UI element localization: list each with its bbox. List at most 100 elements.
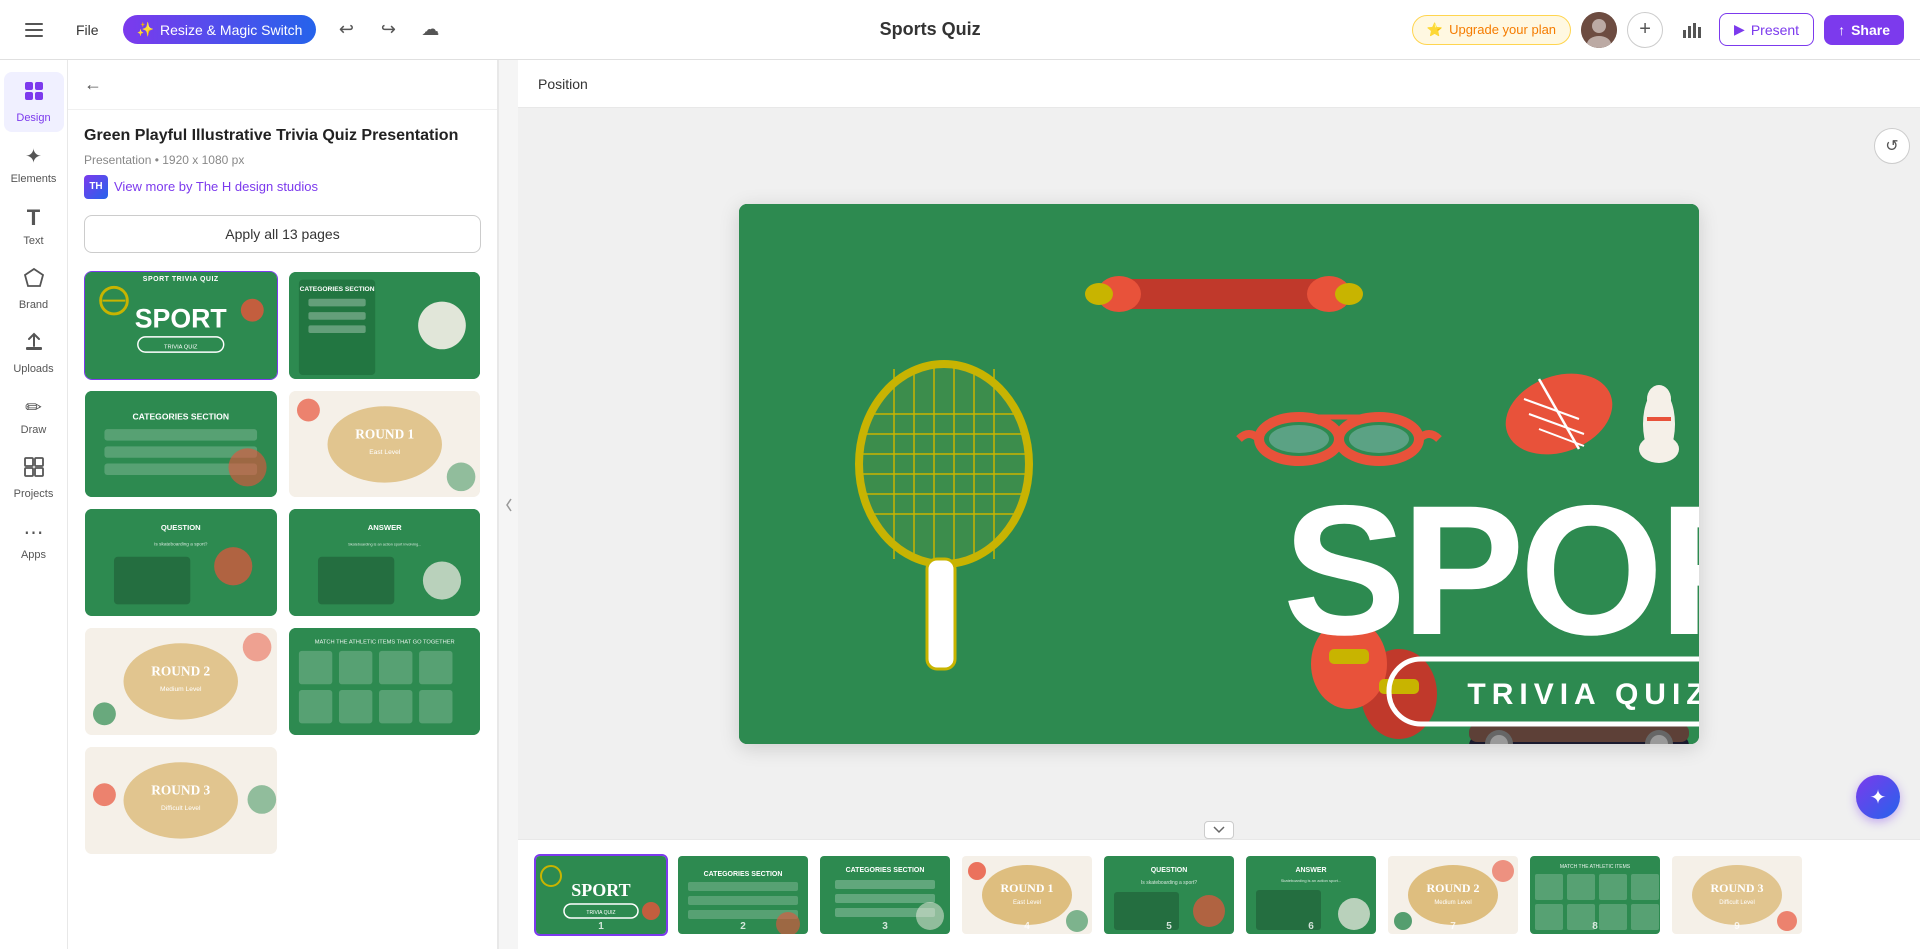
thumbnail-2[interactable]: CATEGORIES SECTION	[288, 271, 482, 380]
collapse-panel-button[interactable]	[498, 60, 518, 949]
sidebar-item-brand[interactable]: Brand	[4, 259, 64, 319]
thumbnail-6[interactable]: ANSWER Skateboarding is an action sport …	[288, 508, 482, 617]
template-meta: Presentation • 1920 x 1080 px	[84, 153, 481, 167]
design-icon	[23, 80, 45, 108]
brand-icon	[23, 267, 45, 295]
menu-button[interactable]	[16, 12, 52, 48]
svg-text:CATEGORIES SECTION: CATEGORIES SECTION	[132, 411, 229, 421]
filmstrip-slide-9[interactable]: ROUND 3 Difficult Level 9	[1670, 854, 1804, 936]
navbar-center: Sports Quiz	[456, 19, 1404, 40]
analytics-button[interactable]	[1673, 12, 1709, 48]
magic-switch-label: Resize & Magic Switch	[160, 22, 302, 38]
ai-sparkle-button[interactable]: ✦	[1856, 775, 1900, 819]
left-panel: ← Green Playful Illustrative Trivia Quiz…	[68, 60, 498, 949]
svg-text:Skateboarding is an action spo: Skateboarding is an action sport involvi…	[348, 543, 421, 547]
file-menu-button[interactable]: File	[64, 16, 111, 44]
filmstrip-slide-7[interactable]: ROUND 2 Medium Level 7	[1386, 854, 1520, 936]
magic-switch-button[interactable]: ✨ Resize & Magic Switch	[123, 15, 317, 44]
star-icon: ⭐	[1427, 22, 1443, 38]
filmstrip-slide-5[interactable]: QUESTION Is skateboarding a sport? 5	[1102, 854, 1236, 936]
doc-title: Sports Quiz	[880, 19, 981, 40]
share-button[interactable]: ↑ Share	[1824, 15, 1904, 45]
svg-text:MATCH THE ATHLETIC ITEMS THAT: MATCH THE ATHLETIC ITEMS THAT GO TOGETHE…	[314, 640, 454, 646]
back-button[interactable]: ←	[84, 74, 102, 95]
filmstrip-slide-6[interactable]: ANSWER Skateboarding is an action sport.…	[1244, 854, 1378, 936]
elements-label: Elements	[11, 173, 57, 185]
refresh-button[interactable]: ↺	[1874, 128, 1910, 164]
svg-text:TRIVIA QUIZ: TRIVIA QUIZ	[1467, 678, 1699, 711]
filmstrip-slide-8[interactable]: MATCH THE ATHLETIC ITEMS 8	[1528, 854, 1662, 936]
filmstrip-num-2: 2	[740, 921, 746, 932]
main-slide[interactable]: SPORT TRIVIA QUIZ	[739, 204, 1699, 744]
draw-label: Draw	[21, 424, 47, 436]
panel-header: ←	[68, 60, 497, 110]
svg-text:ROUND 2: ROUND 2	[151, 664, 210, 679]
filmstrip-num-5: 5	[1166, 921, 1172, 932]
filmstrip-slide-3[interactable]: CATEGORIES SECTION 3	[818, 854, 952, 936]
navbar-left: File ✨ Resize & Magic Switch ↩ ↪ ☁	[16, 12, 448, 48]
brand-label: Brand	[19, 299, 48, 311]
thumb-label-1: SPORT TRIVIA QUIZ	[143, 276, 219, 283]
sidebar-item-design[interactable]: Design	[4, 72, 64, 132]
hide-filmstrip-button[interactable]	[1204, 821, 1234, 839]
svg-text:TRIVIA QUIZ: TRIVIA QUIZ	[586, 910, 615, 916]
svg-text:ROUND 2: ROUND 2	[1427, 881, 1480, 895]
play-icon: ▶	[1734, 21, 1745, 38]
svg-text:TRIVIA QUIZ: TRIVIA QUIZ	[164, 344, 198, 350]
apply-all-button[interactable]: Apply all 13 pages	[84, 215, 481, 253]
share-label: Share	[1851, 22, 1890, 38]
thumbnail-3[interactable]: CATEGORIES SECTION	[84, 390, 278, 499]
svg-text:ROUND 3: ROUND 3	[1711, 881, 1764, 895]
present-button[interactable]: ▶ Present	[1719, 13, 1814, 46]
text-label: Text	[23, 235, 43, 247]
filmstrip-slide-2[interactable]: CATEGORIES SECTION 2	[676, 854, 810, 936]
canvas-viewport[interactable]: SPORT TRIVIA QUIZ ↺ ✦	[518, 108, 1920, 839]
avatar[interactable]	[1581, 12, 1617, 48]
sidebar-icons: Design ✦ Elements T Text Brand Uploads ✏…	[0, 60, 68, 949]
filmstrip-num-1: 1	[598, 921, 604, 932]
sidebar-item-elements[interactable]: ✦ Elements	[4, 136, 64, 193]
upgrade-label: Upgrade your plan	[1449, 22, 1556, 37]
thumbnail-5[interactable]: QUESTION Is skateboarding a sport?	[84, 508, 278, 617]
svg-text:ANSWER: ANSWER	[1295, 867, 1326, 874]
upgrade-button[interactable]: ⭐ Upgrade your plan	[1412, 15, 1571, 45]
thumbnail-7[interactable]: ROUND 2 Medium Level	[84, 627, 278, 736]
thumbnails-grid: SPORT TRIVIA QUIZ SPORT TRIVIA QUIZ	[84, 271, 481, 855]
uploads-label: Uploads	[13, 363, 53, 375]
thumbnail-9[interactable]: ROUND 3 Difficult Level	[84, 746, 278, 855]
sidebar-item-text[interactable]: T Text	[4, 197, 64, 255]
svg-text:CATEGORIES SECTION: CATEGORIES SECTION	[846, 867, 925, 874]
filmstrip-slide-1[interactable]: SPORT TRIVIA QUIZ 1	[534, 854, 668, 936]
design-label: Design	[16, 112, 50, 124]
navbar-right: ⭐ Upgrade your plan + ▶ Present ↑ Share	[1412, 12, 1904, 48]
svg-text:Medium Level: Medium Level	[1434, 900, 1471, 906]
redo-button[interactable]: ↪	[370, 12, 406, 48]
canvas-area: Position	[518, 60, 1920, 949]
elements-icon: ✦	[25, 144, 42, 169]
svg-text:SPORT: SPORT	[571, 880, 630, 900]
svg-text:MATCH THE ATHLETIC ITEMS: MATCH THE ATHLETIC ITEMS	[1560, 864, 1631, 870]
sidebar-item-projects[interactable]: Projects	[4, 448, 64, 508]
filmstrip-num-8: 8	[1592, 921, 1598, 932]
magic-icon: ✨	[137, 21, 154, 38]
sidebar-item-uploads[interactable]: Uploads	[4, 323, 64, 383]
undo-button[interactable]: ↩	[328, 12, 364, 48]
filmstrip-num-9: 9	[1734, 921, 1740, 932]
thumbnail-4[interactable]: ROUND 1 East Level	[288, 390, 482, 499]
cloud-save-button[interactable]: ☁	[412, 12, 448, 48]
svg-text:SPORT: SPORT	[1283, 468, 1699, 674]
template-title: Green Playful Illustrative Trivia Quiz P…	[84, 126, 481, 147]
sidebar-item-draw[interactable]: ✏ Draw	[4, 387, 64, 444]
filmstrip-num-4: 4	[1024, 921, 1030, 932]
thumbnail-8[interactable]: MATCH THE ATHLETIC ITEMS THAT GO TOGETHE…	[288, 627, 482, 736]
author-link[interactable]: View more by The H design studios	[114, 179, 318, 194]
projects-label: Projects	[14, 488, 54, 500]
thumbnail-1[interactable]: SPORT TRIVIA QUIZ SPORT TRIVIA QUIZ	[84, 271, 278, 380]
add-collaborator-button[interactable]: +	[1627, 12, 1663, 48]
sidebar-item-apps[interactable]: ⋯ Apps	[4, 512, 64, 569]
svg-text:Difficult Level: Difficult Level	[1719, 900, 1755, 906]
svg-text:QUESTION: QUESTION	[1151, 867, 1188, 874]
filmstrip-slide-4[interactable]: ROUND 1 East Level 4	[960, 854, 1094, 936]
author-initials: TH	[89, 181, 102, 192]
present-label: Present	[1751, 22, 1799, 38]
